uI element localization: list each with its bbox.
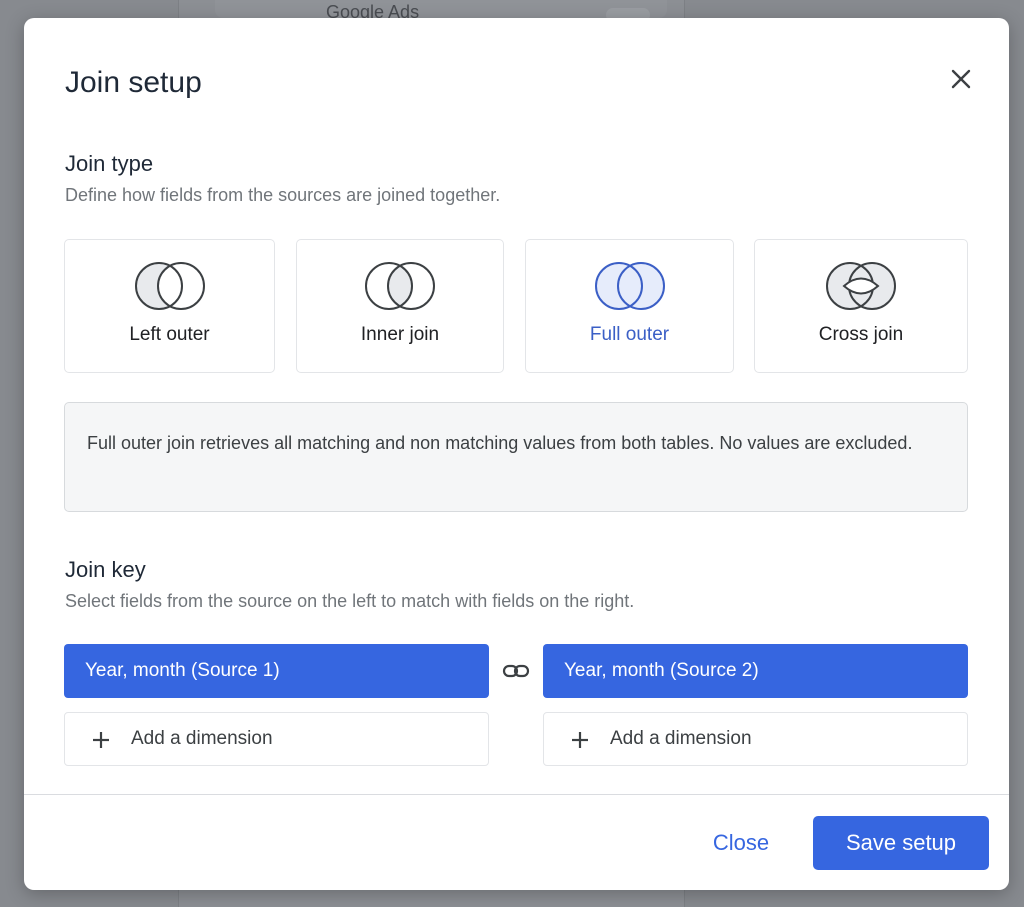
close-button[interactable]: Close	[694, 816, 788, 870]
join-option-inner-join[interactable]: Inner join	[296, 239, 504, 373]
add-dimension-label: Add a dimension	[131, 728, 273, 749]
join-type-heading: Join type	[65, 151, 154, 176]
link-icon	[502, 664, 530, 678]
join-option-label: Left outer	[129, 324, 210, 345]
join-option-label: Cross join	[818, 324, 904, 345]
right-join-key-field[interactable]: Year, month (Source 2)	[543, 644, 968, 698]
venn-cross-join-icon	[826, 262, 896, 310]
join-setup-dialog: Join setup Join type Define how fields f…	[24, 18, 1009, 890]
footer-divider	[24, 794, 1009, 795]
plus-icon	[93, 732, 109, 748]
add-dimension-label: Add a dimension	[610, 728, 752, 749]
venn-full-outer-icon	[594, 262, 665, 310]
background-source-card	[215, 0, 667, 18]
join-type-info-box: Full outer join retrieves all matching a…	[64, 402, 968, 512]
join-key-heading: Join key	[65, 557, 146, 582]
join-option-label: Full outer	[589, 324, 670, 345]
left-join-key-field[interactable]: Year, month (Source 1)	[64, 644, 489, 698]
save-setup-button[interactable]: Save setup	[813, 816, 989, 870]
dialog-title: Join setup	[65, 66, 202, 99]
close-icon[interactable]	[946, 64, 976, 94]
add-dimension-right-button[interactable]: Add a dimension	[543, 712, 968, 766]
join-option-full-outer[interactable]: Full outer	[525, 239, 734, 373]
plus-icon	[572, 732, 588, 748]
join-option-left-outer[interactable]: Left outer	[64, 239, 275, 373]
join-type-description: Define how fields from the sources are j…	[65, 185, 501, 205]
venn-inner-join-icon	[365, 262, 435, 310]
venn-left-outer-icon	[134, 262, 205, 310]
join-key-description: Select fields from the source on the lef…	[65, 591, 635, 611]
add-dimension-left-button[interactable]: Add a dimension	[64, 712, 489, 766]
join-option-label: Inner join	[360, 324, 440, 345]
join-option-cross-join[interactable]: Cross join	[754, 239, 968, 373]
